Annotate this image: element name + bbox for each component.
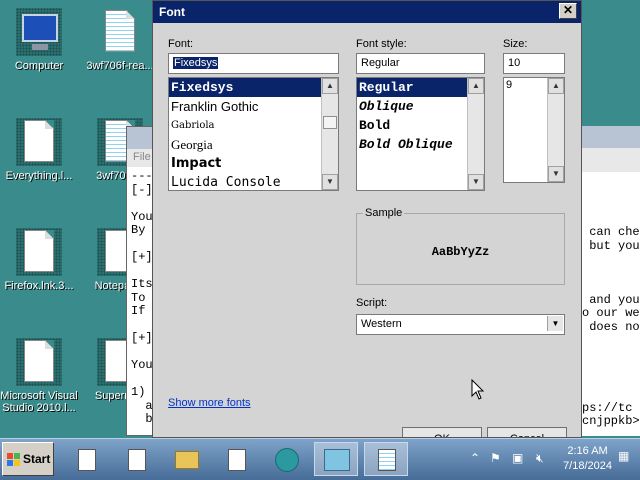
font-size-list[interactable]: 9 ▲ ▼ bbox=[503, 77, 565, 183]
font-name-input[interactable]: Fixedsys bbox=[168, 53, 339, 74]
document-text-right: can che but you and you o our we does no… bbox=[582, 225, 640, 428]
taskbar: Start ⌃ ⚑ ▣ 🔇︎ 2:16 AM 7/18/2024 ▦ bbox=[0, 438, 640, 480]
scroll-up-icon[interactable]: ▲ bbox=[468, 78, 484, 94]
scroll-down-icon[interactable]: ▼ bbox=[322, 174, 338, 190]
font-style-list[interactable]: Regular Oblique Bold Bold Oblique ▲ ▼ bbox=[356, 77, 485, 191]
window-titlebar bbox=[582, 126, 640, 148]
script-select[interactable]: Western ▼ bbox=[356, 314, 565, 335]
map-icon bbox=[324, 449, 350, 471]
desktop-icon-label: Everything.l... bbox=[5, 170, 73, 182]
notepad-icon bbox=[78, 449, 96, 471]
scroll-up-icon[interactable]: ▲ bbox=[322, 78, 338, 94]
clock[interactable]: 2:16 AM 7/18/2024 bbox=[563, 444, 612, 474]
taskbar-button-browser[interactable] bbox=[264, 442, 308, 476]
file-icon bbox=[16, 118, 62, 166]
notepad-icon bbox=[378, 449, 396, 471]
file-icon bbox=[16, 228, 62, 276]
style-list-item-regular[interactable]: Regular bbox=[357, 78, 484, 97]
taskbar-button-notepad-1[interactable] bbox=[64, 442, 108, 476]
style-list-item-bold[interactable]: Bold bbox=[357, 116, 484, 135]
notepad-icon bbox=[128, 449, 146, 471]
sample-text: AaBbYyZz bbox=[431, 245, 490, 259]
font-list-item-lucida-console[interactable]: Lucida Console bbox=[169, 173, 338, 190]
desktop-icon-visual-studio[interactable]: Microsoft Visual Studio 2010.l... bbox=[0, 338, 82, 416]
network-icon[interactable]: ▣ bbox=[512, 451, 523, 465]
scroll-up-icon[interactable]: ▲ bbox=[548, 78, 564, 94]
start-label: Start bbox=[23, 452, 51, 466]
desktop-icon-label: 3wf706f-rea... bbox=[86, 60, 154, 72]
cancel-button[interactable]: Cancel bbox=[487, 427, 567, 437]
size-list-scrollbar[interactable]: ▲ ▼ bbox=[547, 78, 564, 182]
menu-bar bbox=[582, 148, 640, 172]
script-value: Western bbox=[361, 318, 402, 330]
mouse-cursor-icon bbox=[471, 379, 485, 400]
sample-label: Sample bbox=[363, 207, 405, 219]
clock-date: 7/18/2024 bbox=[563, 460, 612, 472]
file-icon bbox=[16, 338, 62, 386]
font-list-scrollbar[interactable]: ▲ ▼ bbox=[321, 78, 338, 190]
flag-icon[interactable]: ⚑ bbox=[490, 451, 501, 465]
taskbar-button-map[interactable] bbox=[314, 442, 358, 476]
show-more-fonts-link[interactable]: Show more fonts bbox=[168, 397, 251, 409]
scroll-thumb[interactable] bbox=[323, 116, 337, 129]
dialog-title: Font bbox=[159, 5, 185, 19]
taskbar-button-explorer[interactable] bbox=[164, 442, 208, 476]
font-style-label: Font style: bbox=[356, 38, 407, 50]
font-list-item-gabriola[interactable]: Gabriola bbox=[169, 116, 338, 135]
taskbar-button-notepad-3[interactable] bbox=[214, 442, 258, 476]
start-button[interactable]: Start bbox=[2, 442, 54, 476]
script-label: Script: bbox=[356, 297, 388, 309]
font-style-input[interactable]: Regular bbox=[356, 53, 485, 74]
windows-logo-icon bbox=[7, 453, 21, 467]
font-list[interactable]: Fixedsys Franklin Gothic Gabriola Georgi… bbox=[168, 77, 339, 191]
background-notepad-window-right[interactable]: can che but you and you o our we does no… bbox=[582, 126, 640, 436]
folder-icon bbox=[175, 451, 199, 469]
text-file-icon bbox=[97, 8, 143, 56]
desktop-icon-label: Microsoft Visual Studio 2010.l... bbox=[0, 390, 78, 414]
clock-time: 2:16 AM bbox=[567, 445, 608, 457]
font-list-item-impact[interactable]: Impact bbox=[169, 154, 338, 173]
style-list-item-oblique[interactable]: Oblique bbox=[357, 97, 484, 116]
font-size-input[interactable]: 10 bbox=[503, 53, 565, 74]
close-button[interactable]: ✕ bbox=[559, 3, 577, 19]
scroll-down-icon[interactable]: ▼ bbox=[468, 174, 484, 190]
computer-icon bbox=[16, 8, 62, 56]
taskbar-button-notepad-active[interactable] bbox=[364, 442, 408, 476]
show-desktop-icon[interactable]: ▦ bbox=[618, 449, 636, 467]
ok-button[interactable]: OK bbox=[402, 427, 482, 437]
style-list-item-bold-oblique[interactable]: Bold Oblique bbox=[357, 135, 484, 154]
volume-muted-icon[interactable]: 🔇︎ bbox=[536, 451, 544, 466]
font-size-label: Size: bbox=[503, 38, 528, 50]
desktop-icon-computer[interactable]: Computer bbox=[0, 8, 82, 72]
style-list-scrollbar[interactable]: ▲ ▼ bbox=[467, 78, 484, 190]
notepad-icon bbox=[228, 449, 246, 471]
font-name-value: Fixedsys bbox=[173, 57, 219, 69]
desktop-icon-readme[interactable]: 3wf706f-rea... bbox=[77, 8, 163, 72]
chevron-up-icon[interactable]: ⌃ bbox=[470, 451, 480, 465]
browser-icon bbox=[275, 448, 299, 472]
desktop-icon-everything[interactable]: Everything.l... bbox=[0, 118, 82, 182]
font-dialog: Font ✕ Font: Fixedsys Fixedsys Franklin … bbox=[152, 0, 582, 438]
font-label: Font: bbox=[168, 38, 194, 50]
font-list-item-georgia[interactable]: Georgia bbox=[169, 135, 338, 154]
font-list-item-franklin-gothic[interactable]: Franklin Gothic bbox=[169, 97, 338, 116]
font-list-item-fixedsys[interactable]: Fixedsys bbox=[169, 78, 338, 97]
close-icon: ✕ bbox=[562, 3, 574, 17]
desktop-icon-firefox[interactable]: Firefox.lnk.3... bbox=[0, 228, 82, 292]
dialog-titlebar: Font ✕ bbox=[153, 1, 581, 23]
chevron-down-icon[interactable]: ▼ bbox=[547, 316, 563, 331]
desktop-icon-label: Firefox.lnk.3... bbox=[4, 280, 74, 292]
scroll-down-icon[interactable]: ▼ bbox=[548, 166, 564, 182]
taskbar-button-notepad-2[interactable] bbox=[114, 442, 158, 476]
desktop-icon-label: Computer bbox=[14, 60, 64, 72]
